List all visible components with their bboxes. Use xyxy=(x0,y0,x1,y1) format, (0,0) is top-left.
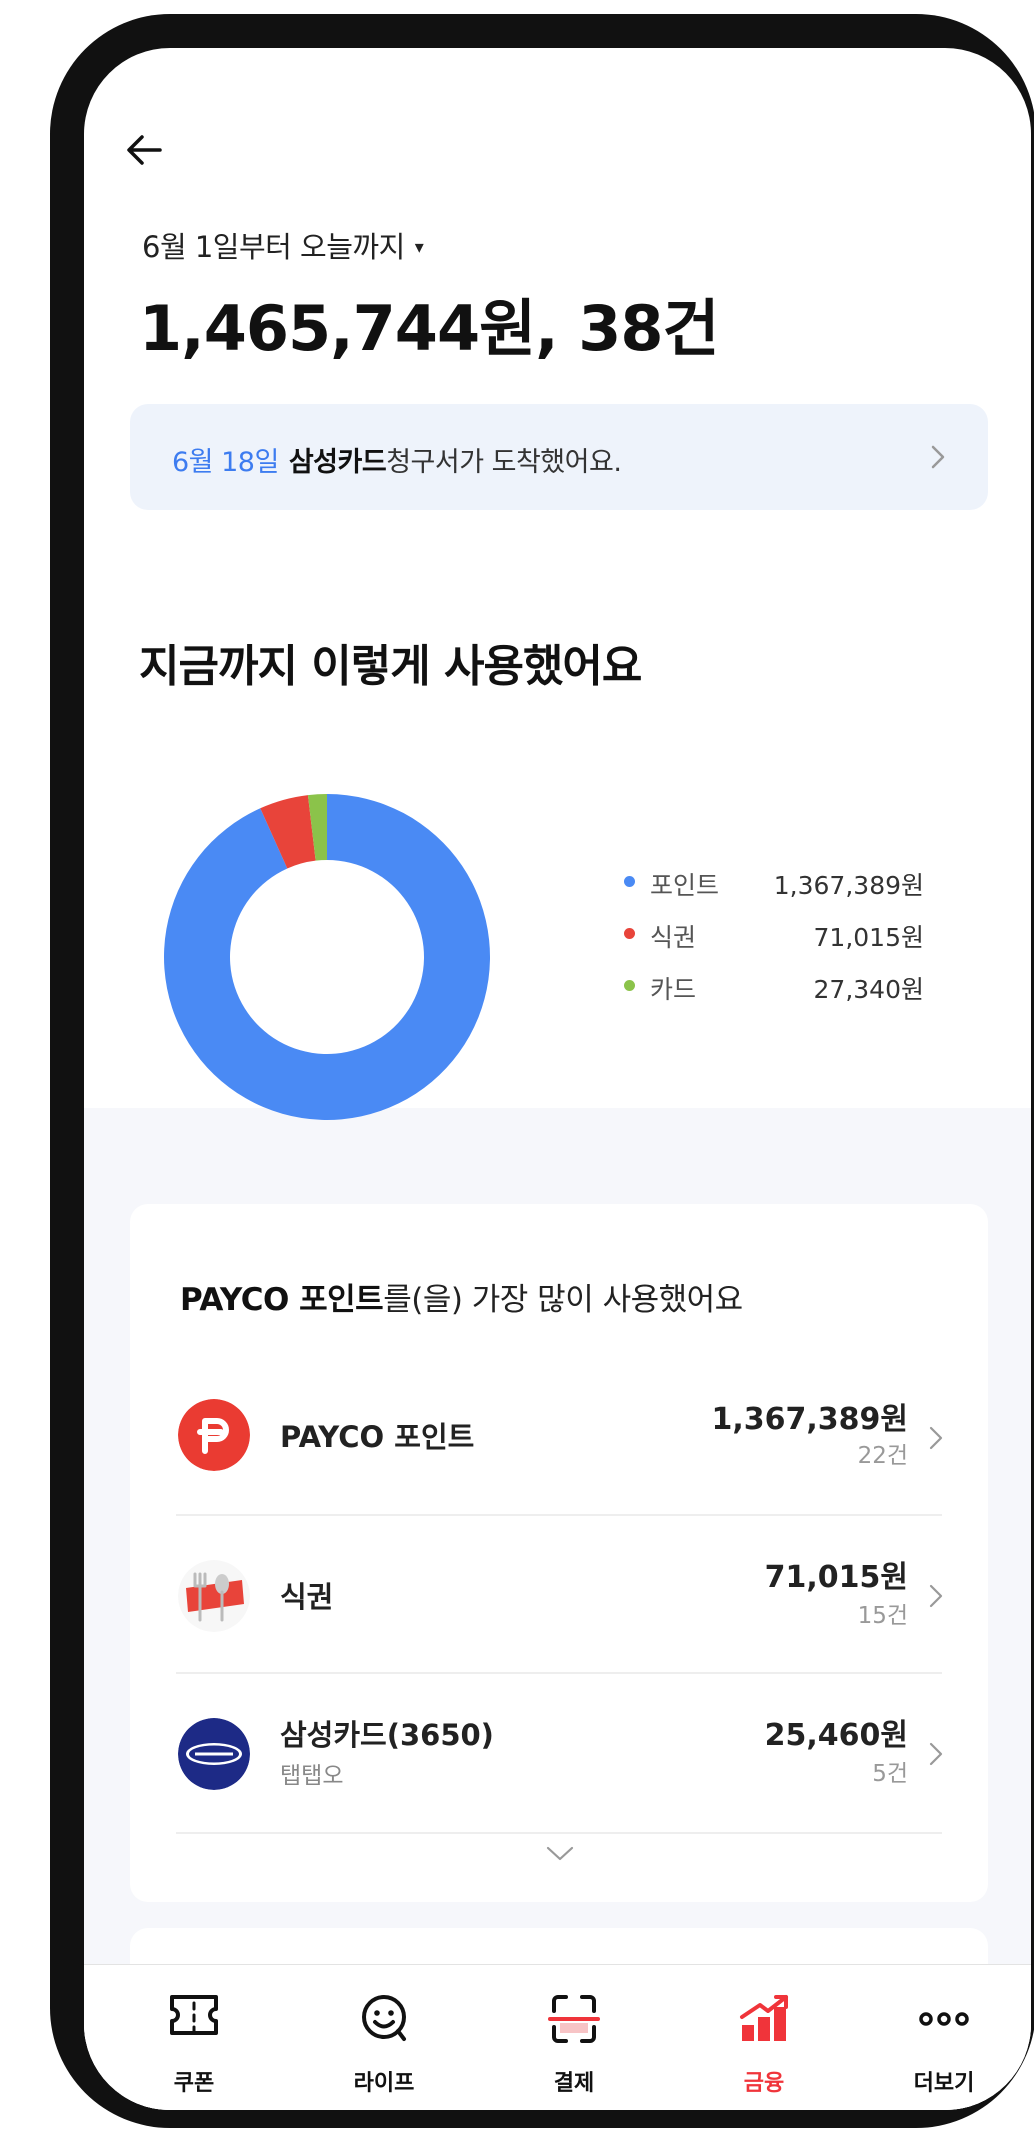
payment-method-row[interactable]: 식권 71,015원 15건 xyxy=(130,1516,988,1674)
payment-count: 22건 xyxy=(857,1443,908,1469)
coupon-icon xyxy=(170,1995,218,2035)
usage-donut-chart xyxy=(164,794,490,1120)
legend-item: 포인트 1,367,389원 xyxy=(624,866,924,918)
bottom-tab-bar: 쿠폰 라이프 결제 금융 더보기 xyxy=(84,1964,1031,2110)
legend-label: 식권 xyxy=(650,923,697,952)
top-usage-card: PAYCO 포인트를(을) 가장 많이 사용했어요 PAYCO 포인트 1,36… xyxy=(130,1204,988,1902)
legend-dot xyxy=(624,928,635,939)
tab-label: 라이프 xyxy=(353,2071,415,2096)
chevron-right-icon xyxy=(929,1426,943,1450)
payco-point-icon xyxy=(178,1399,250,1471)
legend-label: 포인트 xyxy=(650,871,720,900)
notice-text: 6월 18일 삼성카드청구서가 도착했어요. xyxy=(172,440,622,479)
top-usage-title: PAYCO 포인트를(을) 가장 많이 사용했어요 xyxy=(180,1274,743,1319)
legend-value: 27,340원 xyxy=(813,975,924,1004)
more-icon xyxy=(919,2012,969,2026)
bill-notice-banner[interactable]: 6월 18일 삼성카드청구서가 도착했어요. xyxy=(130,404,988,510)
payment-amount: 71,015원 xyxy=(764,1560,908,1595)
chevron-right-icon xyxy=(929,1584,943,1608)
tab-label: 결제 xyxy=(553,2071,595,2096)
tab-finance[interactable]: 금융 xyxy=(694,1965,834,2110)
life-icon xyxy=(362,1995,406,2041)
tab-coupon[interactable]: 쿠폰 xyxy=(124,1965,264,2110)
samsung-card-icon xyxy=(178,1718,250,1790)
tab-payment[interactable]: 결제 xyxy=(504,1965,644,2110)
payment-amount: 25,460원 xyxy=(764,1718,908,1753)
payment-method-row[interactable]: PAYCO 포인트 1,367,389원 22건 xyxy=(130,1356,988,1514)
payment-scan-icon xyxy=(548,1995,600,2043)
chart-legend: 포인트 1,367,389원식권 71,015원카드 27,340원 xyxy=(624,866,924,1022)
usage-section-title: 지금까지 이렇게 사용했어요 xyxy=(139,641,642,692)
caret-down-icon: ▾ xyxy=(414,237,424,258)
notice-card-name: 삼성카드 xyxy=(288,447,387,478)
top-usage-title-rest: 를(을) 가장 많이 사용했어요 xyxy=(383,1282,743,1318)
legend-item: 식권 71,015원 xyxy=(624,918,924,970)
payment-method-row[interactable]: 삼성카드(3650) 탭탭오 25,460원 5건 xyxy=(130,1674,988,1832)
legend-dot xyxy=(624,876,635,887)
legend-dot xyxy=(624,980,635,991)
legend-item: 카드 27,340원 xyxy=(624,970,924,1022)
back-arrow-icon[interactable] xyxy=(122,128,166,172)
legend-label: 카드 xyxy=(650,975,697,1004)
notice-message: 청구서가 도착했어요. xyxy=(386,447,622,478)
top-usage-method: PAYCO 포인트 xyxy=(180,1282,384,1318)
tab-label: 더보기 xyxy=(913,2071,975,2096)
payment-method-name: PAYCO 포인트 xyxy=(280,1420,475,1454)
payment-count: 15건 xyxy=(857,1603,908,1629)
summary-total: 1,465,744원, 38건 xyxy=(139,292,720,365)
tab-label: 쿠폰 xyxy=(173,2071,215,2096)
payment-method-name: 식권 xyxy=(280,1580,334,1614)
row-divider xyxy=(176,1832,942,1834)
tab-label: 금융 xyxy=(743,2071,785,2096)
meal-ticket-icon xyxy=(178,1560,250,1632)
date-range-label: 6월 1일부터 오늘까지 xyxy=(142,230,405,264)
screen: 6월 1일부터 오늘까지 ▾ 1,465,744원, 38건 6월 18일 삼성카드… xyxy=(84,48,1031,2110)
chevron-right-icon xyxy=(929,1742,943,1766)
finance-chart-icon xyxy=(740,1995,788,2041)
chevron-right-icon xyxy=(931,445,945,469)
tab-life[interactable]: 라이프 xyxy=(314,1965,454,2110)
notice-date: 6월 18일 xyxy=(172,447,279,478)
chevron-down-icon[interactable] xyxy=(544,1844,576,1864)
payment-method-name: 삼성카드(3650) xyxy=(280,1718,494,1752)
legend-value: 1,367,389원 xyxy=(773,871,924,900)
payment-method-merchant: 탭탭오 xyxy=(280,1763,344,1789)
payment-count: 5건 xyxy=(872,1761,908,1787)
tab-more[interactable]: 더보기 xyxy=(874,1965,1014,2110)
legend-value: 71,015원 xyxy=(813,923,924,952)
date-range-selector[interactable]: 6월 1일부터 오늘까지 ▾ xyxy=(142,224,424,266)
payment-amount: 1,367,389원 xyxy=(711,1402,908,1437)
